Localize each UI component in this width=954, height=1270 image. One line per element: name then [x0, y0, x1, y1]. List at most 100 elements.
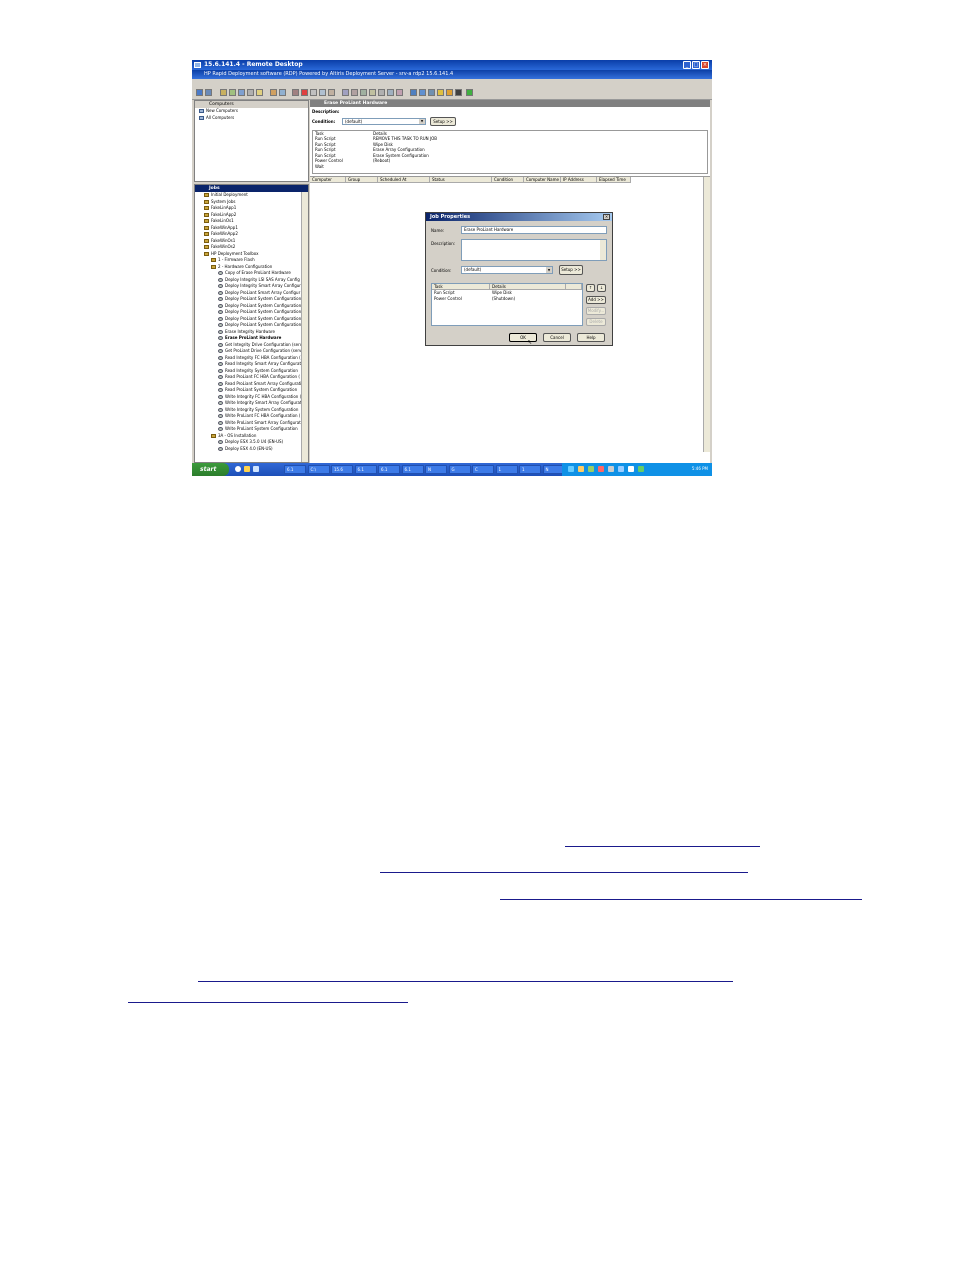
taskbar-window-button[interactable]: 6.1 [401, 465, 424, 474]
help-button[interactable]: Help [577, 333, 605, 342]
hyperlink-underline[interactable] [565, 846, 760, 847]
gear-icon[interactable] [455, 89, 462, 96]
move-down-button[interactable]: ↓ [597, 284, 606, 292]
modify-task-button[interactable]: Modify... [586, 307, 606, 315]
schedule-icon[interactable] [238, 89, 245, 96]
app-tray-icon[interactable] [628, 466, 634, 472]
scripts-icon[interactable] [428, 89, 435, 96]
properties-icon[interactable] [342, 89, 349, 96]
taskbar-window-button[interactable]: 6.1 [378, 465, 400, 474]
power-icon[interactable] [360, 89, 367, 96]
alert-icon[interactable] [446, 89, 453, 96]
taskbar-window-button[interactable]: C [472, 465, 494, 474]
chat-icon[interactable] [396, 89, 403, 96]
taskbar-window-button[interactable]: N [425, 465, 447, 474]
grid-column-header[interactable]: Computer Name [524, 177, 561, 183]
minimize-button[interactable]: _ [683, 61, 691, 69]
volume-icon[interactable] [578, 466, 584, 472]
taskbar-window-button[interactable]: 15.6 [331, 465, 353, 474]
task-row[interactable]: Run Script REMOVE THIS TASK TO RUN JOB [315, 136, 705, 141]
grid-column-header[interactable]: Status [430, 177, 492, 183]
image-icon[interactable] [247, 89, 254, 96]
quick-launch-browser-icon[interactable] [235, 466, 241, 472]
jobs-scrollbar[interactable] [301, 192, 308, 462]
filter-icon[interactable] [378, 89, 385, 96]
task-row[interactable]: Run Script Erase Array Configuration [315, 147, 705, 152]
add-task-button[interactable]: Add >> [586, 296, 606, 304]
status-icon[interactable] [638, 466, 644, 472]
save-icon[interactable] [410, 89, 417, 96]
go-icon[interactable] [466, 89, 473, 96]
start-button[interactable]: start [192, 463, 229, 476]
ok-button[interactable]: OK [509, 333, 537, 342]
quick-launch-folder-icon[interactable] [244, 466, 250, 472]
tree-item[interactable]: Deploy ESX 4.0 (EN-US) [197, 446, 308, 453]
hyperlink-underline[interactable] [128, 1002, 408, 1003]
taskbar-window-button[interactable]: 6.1 [284, 465, 306, 474]
alert-icon[interactable] [598, 466, 604, 472]
condition-select[interactable]: (default) ▼ [342, 118, 426, 125]
hyperlink-underline[interactable] [500, 899, 862, 900]
delete-task-button[interactable]: Delete [586, 318, 606, 326]
refresh-icon[interactable] [369, 89, 376, 96]
paste-icon[interactable] [328, 89, 335, 96]
move-up-button[interactable]: ↑ [586, 284, 595, 292]
update-icon[interactable] [608, 466, 614, 472]
grid-column-header[interactable]: Elapsed Time [597, 177, 631, 183]
dialog-task-row[interactable]: Run Script Wipe Disk [434, 290, 574, 295]
taskbar-window-button[interactable]: C:\ [307, 465, 330, 474]
deploy-icon[interactable] [419, 89, 426, 96]
taskbar-window-button[interactable]: G [448, 465, 471, 474]
grid-column-header[interactable]: IP Address [561, 177, 597, 183]
delete-icon[interactable] [301, 89, 308, 96]
forward-icon[interactable] [279, 89, 286, 96]
description-scrollbar[interactable] [600, 240, 606, 260]
maximize-button[interactable]: □ [692, 61, 700, 69]
back-icon[interactable] [270, 89, 277, 96]
grid-column-header[interactable]: Condition [492, 177, 524, 183]
new-computer-icon[interactable] [196, 89, 203, 96]
jobs-header[interactable]: Jobs [195, 185, 308, 192]
taskbar-window-button[interactable]: 1 [495, 465, 518, 474]
job-folder-icon[interactable] [229, 89, 236, 96]
setup-button[interactable]: Setup >> [559, 265, 583, 275]
taskbar-window-button[interactable]: 1 [519, 465, 541, 474]
network-icon[interactable] [568, 466, 574, 472]
print-icon[interactable] [292, 89, 299, 96]
security-icon[interactable] [588, 466, 594, 472]
setup-button[interactable]: Setup >> [430, 117, 456, 126]
hyperlink-underline[interactable] [198, 981, 733, 982]
description-textarea[interactable] [461, 239, 607, 261]
taskbar-window-button[interactable]: 6.1 [354, 465, 377, 474]
grid-column-header[interactable]: Computer [310, 177, 346, 183]
new-job-icon[interactable] [220, 89, 227, 96]
folder-icon[interactable] [256, 89, 263, 96]
remote-desktop-titlebar[interactable]: 15.6.141.4 - Remote Desktop _ □ × [192, 60, 712, 70]
app-titlebar[interactable]: HP Rapid Deployment software (RDP) Power… [192, 70, 712, 79]
warning-icon[interactable] [437, 89, 444, 96]
condition-select[interactable]: (default) ▼ [461, 266, 553, 274]
tree-item-all-computers[interactable]: All Computers [199, 115, 308, 122]
copy-icon[interactable] [319, 89, 326, 96]
task-row[interactable]: Power Control (Reboot) [315, 158, 705, 163]
cancel-button[interactable]: Cancel [543, 333, 571, 342]
search-icon[interactable] [387, 89, 394, 96]
task-row[interactable]: Run Script Wipe Disk [315, 142, 705, 147]
display-icon[interactable] [618, 466, 624, 472]
grid-scrollbar[interactable] [703, 177, 710, 452]
close-button[interactable]: × [701, 61, 709, 69]
computers-icon[interactable] [205, 89, 212, 96]
computers-header[interactable]: Computers [195, 101, 308, 108]
name-input[interactable]: Erase ProLiant Hardware [461, 226, 607, 234]
cut-icon[interactable] [310, 89, 317, 96]
remote-control-icon[interactable] [351, 89, 358, 96]
grid-column-header[interactable]: Scheduled At [378, 177, 430, 183]
quick-launch-desktop-icon[interactable] [253, 466, 259, 472]
task-row[interactable]: Wait [315, 164, 705, 169]
dialog-close-button[interactable]: × [603, 214, 610, 220]
hyperlink-underline[interactable] [380, 872, 748, 873]
task-row[interactable]: Run Script Erase System Configuration [315, 153, 705, 158]
dialog-task-row[interactable]: Power Control (Shutdown) [434, 296, 574, 301]
job-icon [218, 375, 223, 379]
grid-column-header[interactable]: Group [346, 177, 378, 183]
